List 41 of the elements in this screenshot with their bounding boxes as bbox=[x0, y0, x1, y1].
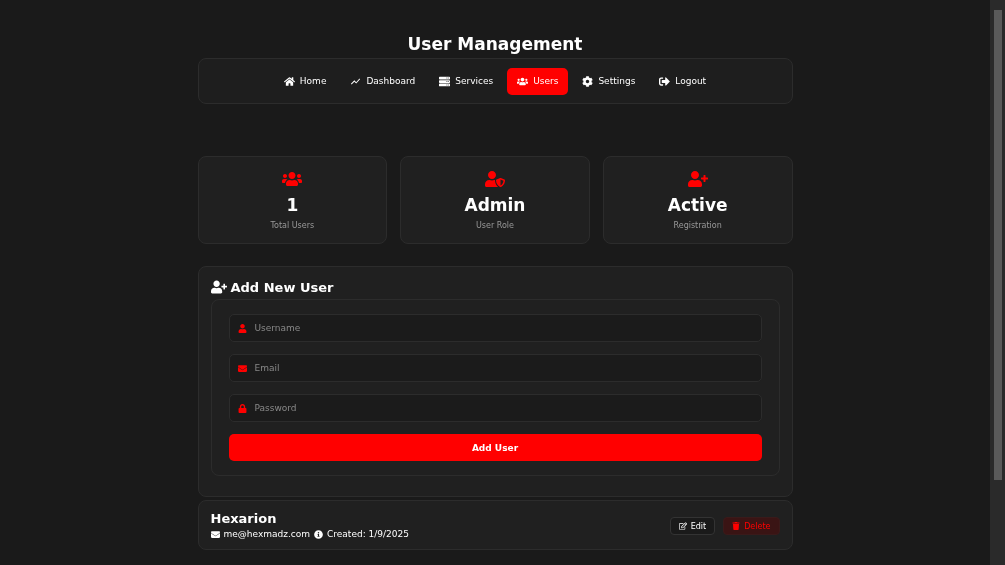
home-icon bbox=[283, 75, 295, 87]
stat-value: Active bbox=[667, 195, 728, 215]
server-icon bbox=[439, 75, 451, 87]
input-field[interactable]: Email bbox=[228, 354, 762, 382]
nav-button[interactable]: Services bbox=[429, 67, 504, 95]
stat-value: Admin bbox=[464, 195, 526, 215]
user-shield-icon bbox=[485, 169, 505, 189]
lock-icon bbox=[237, 404, 247, 413]
edit-button[interactable]: Edit bbox=[669, 517, 716, 535]
add-user-icon bbox=[687, 169, 708, 189]
nav-button[interactable]: Settings bbox=[572, 67, 646, 95]
nav-button[interactable]: Users bbox=[507, 67, 569, 95]
add-user-button[interactable]: Add User bbox=[228, 434, 762, 461]
scrollbar[interactable] bbox=[990, 0, 1005, 565]
nav-button[interactable]: Home bbox=[273, 67, 337, 95]
users-icon bbox=[517, 75, 529, 87]
user-name: Hexarion bbox=[210, 511, 278, 526]
envelope-icon bbox=[237, 364, 247, 373]
add-user-icon bbox=[210, 279, 227, 295]
nav-button[interactable]: Logout bbox=[649, 67, 717, 95]
stat-label: Total Users bbox=[270, 221, 315, 230]
info-icon bbox=[314, 529, 323, 539]
edit-icon bbox=[678, 522, 687, 530]
stat-value: 1 bbox=[286, 195, 299, 215]
trash-icon bbox=[732, 522, 741, 530]
card-title: Add New User bbox=[230, 279, 334, 295]
logout-icon bbox=[659, 75, 671, 87]
scrollbar-thumb[interactable] bbox=[993, 10, 1002, 480]
settings-icon bbox=[582, 75, 594, 87]
input-field[interactable]: Username bbox=[228, 314, 762, 342]
user-icon bbox=[237, 324, 247, 333]
user-email: me@hexmadz.com bbox=[223, 529, 310, 539]
delete-button[interactable]: Delete bbox=[723, 517, 780, 535]
nav-button[interactable]: Dashboard bbox=[340, 67, 426, 95]
created-date: Created: 1/9/2025 bbox=[327, 529, 409, 539]
users-icon bbox=[282, 169, 303, 189]
input-field[interactable]: Password bbox=[228, 394, 762, 422]
stat-label: User Role bbox=[476, 221, 514, 230]
envelope-icon bbox=[210, 529, 220, 539]
stat-label: Registration bbox=[673, 221, 722, 230]
page-title: User Management bbox=[406, 34, 584, 54]
